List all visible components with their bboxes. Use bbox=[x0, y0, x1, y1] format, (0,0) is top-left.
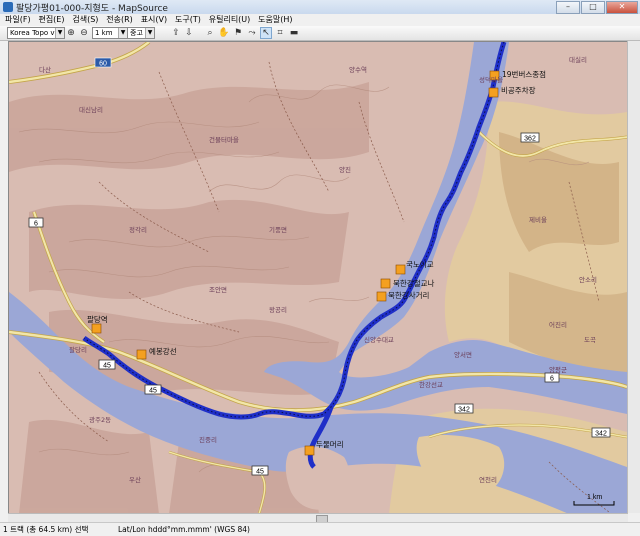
chevron-down-icon: ▼ bbox=[118, 28, 127, 38]
place-label: 대실리 bbox=[569, 55, 587, 64]
zoom-in-icon[interactable]: ⊕ bbox=[65, 27, 77, 39]
place-label: 조안면 bbox=[209, 285, 227, 294]
waypoint-label: 예봉강선 bbox=[149, 346, 177, 356]
place-label: 우산 bbox=[129, 475, 141, 484]
place-label: 한강선교 bbox=[419, 380, 443, 389]
waypoint-label: 비공주차장 bbox=[501, 85, 536, 95]
place-label: 양수역 bbox=[349, 65, 367, 74]
route-shield-342: 342 bbox=[454, 403, 474, 414]
place-label: 광주2동 bbox=[89, 416, 111, 424]
status-bar: 1 트랙 (총 64.5 km) 선택 Lat/Lon hddd°mm.mmm'… bbox=[0, 522, 640, 536]
place-label: 정각리 bbox=[129, 225, 147, 234]
menu-help[interactable]: 도움말(H) bbox=[258, 14, 292, 26]
menu-utilities[interactable]: 유틸리티(U) bbox=[209, 14, 251, 26]
scale-value: 1 km bbox=[95, 29, 113, 37]
map-view[interactable]: 60 6 6 45 45 45 342 342 362 19번버스종점 비공주차… bbox=[8, 41, 628, 515]
route-shield-45: 45 bbox=[98, 359, 116, 370]
title-bar: 팔당가평01-000-지형도 - MapSource – □ ✕ bbox=[0, 0, 640, 15]
menu-view[interactable]: 표시(V) bbox=[141, 14, 167, 26]
route-shield-45: 45 bbox=[144, 384, 162, 395]
map-product-select[interactable]: Korea Topo v9 ▼ bbox=[7, 27, 65, 39]
menu-transfer[interactable]: 전송(R) bbox=[106, 14, 133, 26]
track-info: 1 트랙 (총 64.5 km) 선택 bbox=[3, 525, 89, 534]
waypoint-label: 북한강사거리 bbox=[388, 290, 429, 300]
route-shield-6: 6 bbox=[28, 217, 44, 228]
scale-select[interactable]: 1 km ▼ bbox=[92, 27, 128, 39]
selection-tool-icon[interactable]: ↖ bbox=[260, 27, 272, 39]
place-label: 어진리 bbox=[549, 320, 567, 329]
route-shield-label: 342 bbox=[595, 431, 607, 438]
send-to-device-icon[interactable]: ⇪ bbox=[170, 27, 182, 39]
waypoint-label: 북한강철교나 bbox=[393, 278, 434, 288]
zoom-tool-icon[interactable]: ⌕ bbox=[204, 27, 216, 39]
route-shield-label: 362 bbox=[524, 136, 536, 143]
place-label: 성덕마을 bbox=[479, 75, 503, 84]
map-product-value: Korea Topo v9 bbox=[10, 29, 59, 37]
maximize-button[interactable]: □ bbox=[581, 1, 605, 14]
menu-bar: 파일(F) 편집(E) 검색(S) 전송(R) 표시(V) 도구(T) 유틸리티… bbox=[0, 14, 640, 26]
place-label: 도곡 bbox=[584, 336, 596, 344]
scale-bar-label: 1 km bbox=[587, 494, 602, 501]
menu-file[interactable]: 파일(F) bbox=[5, 14, 31, 26]
route-shield-label: 45 bbox=[103, 363, 111, 370]
route-shield-label: 6 bbox=[550, 376, 554, 383]
route-tool-icon[interactable]: ⤳ bbox=[246, 27, 258, 39]
place-label: 양진 bbox=[339, 165, 351, 174]
place-label: 건물터마을 bbox=[209, 135, 239, 144]
place-label: 팔당리 bbox=[69, 345, 87, 354]
place-label: 신양수대교 bbox=[364, 335, 394, 344]
waypoint-label: 팔당역 bbox=[87, 314, 108, 324]
waypoint-tool-icon[interactable]: ⚑ bbox=[232, 27, 244, 39]
place-label: 양평군 bbox=[549, 365, 567, 374]
coordinate-format: Lat/Lon hddd°mm.mmm' (WGS 84) bbox=[118, 525, 250, 534]
waypoint-label: 국노이교 bbox=[406, 259, 434, 269]
route-shield-label: 6 bbox=[34, 221, 38, 228]
route-shield-342: 342 bbox=[591, 427, 611, 438]
vertical-scrollbar[interactable] bbox=[627, 41, 640, 513]
place-label: 진중리 bbox=[199, 435, 217, 444]
waypoint-railbridge[interactable]: 북한강철교나 bbox=[380, 278, 434, 289]
app-icon bbox=[3, 2, 13, 12]
place-label: 다산 bbox=[39, 65, 51, 74]
toolbar: Korea Topo v9 ▼ ⊕ ⊖ 1 km ▼ 중고 ▼ ⇪ ⇩ ⌕ ✋ … bbox=[0, 26, 640, 41]
ruler-tool-icon[interactable]: ▬ bbox=[288, 27, 300, 39]
menu-tools[interactable]: 도구(T) bbox=[175, 14, 201, 26]
place-label: 기풍면 bbox=[269, 225, 287, 234]
map-canvas[interactable]: 60 6 6 45 45 45 342 342 362 19번버스종점 비공주차… bbox=[9, 42, 627, 514]
route-shield-label: 342 bbox=[458, 407, 470, 414]
minimize-button[interactable]: – bbox=[556, 1, 580, 14]
pan-tool-icon[interactable]: ✋ bbox=[218, 27, 230, 39]
zoom-out-icon[interactable]: ⊖ bbox=[78, 27, 90, 39]
place-label: 제비울 bbox=[529, 215, 547, 224]
place-label: 대신남리 bbox=[79, 105, 103, 114]
receive-from-device-icon[interactable]: ⇩ bbox=[183, 27, 195, 39]
window-controls: – □ ✕ bbox=[556, 1, 638, 14]
detail-value: 중고 bbox=[130, 29, 143, 37]
menu-edit[interactable]: 편집(E) bbox=[38, 14, 64, 26]
place-label: 안소리 bbox=[579, 275, 597, 284]
close-button[interactable]: ✕ bbox=[606, 1, 638, 14]
route-shield-label: 45 bbox=[149, 388, 157, 395]
measure-tool-icon[interactable]: ⌗ bbox=[274, 27, 286, 39]
route-shield-6: 6 bbox=[544, 372, 560, 383]
place-label: 양서면 bbox=[454, 350, 472, 359]
route-shield-362: 362 bbox=[520, 132, 540, 143]
horizontal-scrollbar[interactable] bbox=[8, 513, 628, 523]
route-shield-label: 60 bbox=[99, 61, 107, 68]
menu-search[interactable]: 검색(S) bbox=[72, 14, 98, 26]
waypoint-label: 두물머리 bbox=[316, 440, 344, 449]
chevron-down-icon: ▼ bbox=[55, 28, 64, 38]
route-shield-45: 45 bbox=[251, 465, 269, 476]
route-shield-label: 45 bbox=[256, 469, 264, 476]
window-title: 팔당가평01-000-지형도 - MapSource bbox=[16, 4, 168, 14]
detail-select[interactable]: 중고 ▼ bbox=[127, 27, 155, 39]
place-label: 연천리 bbox=[479, 475, 497, 484]
place-label: 왕공리 bbox=[269, 305, 287, 314]
left-gutter bbox=[0, 41, 8, 513]
chevron-down-icon: ▼ bbox=[145, 28, 154, 38]
waypoint-label: 19번버스종점 bbox=[502, 69, 546, 79]
route-shield-60: 60 bbox=[94, 57, 112, 68]
